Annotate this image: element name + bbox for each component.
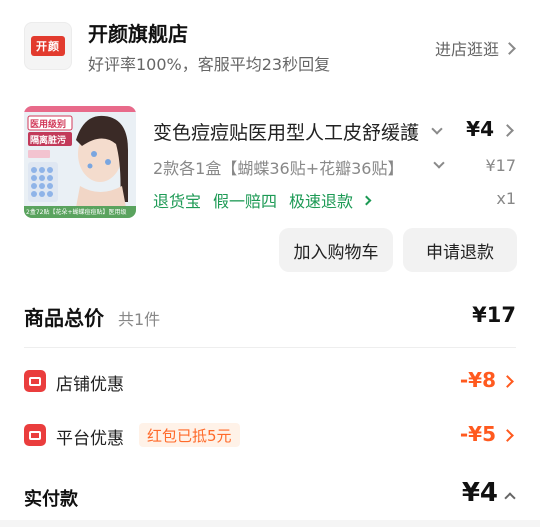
thumb-label-1: 医用级别 — [30, 120, 67, 130]
chevron-right-icon[interactable] — [501, 375, 514, 388]
total-count: 共1件 — [118, 310, 161, 329]
chevron-up-icon[interactable] — [504, 492, 516, 504]
store-rating: 好评率100%，客服平均23秒回复 — [88, 55, 331, 74]
chevron-right-icon — [361, 195, 372, 205]
red-packet-tag: 红包已抵5元 — [139, 423, 240, 447]
platform-coupon-icon — [24, 424, 46, 446]
service-item: 假一赔四 — [213, 192, 278, 211]
thumb-label-2: 隔离脏污 — [30, 136, 67, 146]
enter-store-link[interactable]: 进店逛逛 — [434, 36, 516, 60]
paid-value: ¥4 — [461, 478, 498, 508]
chevron-down-icon[interactable] — [433, 157, 445, 169]
chevron-right-icon[interactable] — [501, 429, 514, 442]
store-logo[interactable]: 开颜 — [24, 22, 72, 70]
store-discount-value[interactable]: -¥8 — [460, 368, 496, 392]
product-thumbnail[interactable]: 医用级别 隔离脏污 2盒72贴【花朵+蝴蝶痘痘贴】医用级 — [24, 106, 136, 218]
product-title[interactable]: 变色痘痘贴医用型人工皮舒缓護 — [153, 118, 425, 145]
service-item: 退货宝 — [153, 192, 202, 211]
product-quantity: x1 — [496, 189, 516, 208]
thumb-label-3: 2盒72贴【花朵+蝴蝶痘痘贴】医用级 — [26, 209, 127, 216]
total-value: ¥17 — [472, 303, 516, 327]
store-discount-label[interactable]: 店铺优惠 — [56, 370, 124, 395]
add-to-cart-button[interactable]: 加入购物车 — [279, 228, 393, 272]
paid-label: 实付款 — [24, 489, 78, 510]
divider — [24, 347, 516, 348]
platform-discount-label[interactable]: 平台优惠 — [56, 424, 124, 449]
store-name[interactable]: 开颜旗舰店 — [88, 18, 188, 47]
platform-discount-value[interactable]: -¥5 — [460, 422, 496, 446]
service-item: 极速退款 — [289, 192, 354, 211]
product-variant[interactable]: 2款各1盒【蝴蝶36贴+花瓣36贴】 — [153, 155, 425, 179]
request-refund-button[interactable]: 申请退款 — [403, 228, 517, 272]
total-label: 商品总价 — [24, 306, 104, 330]
chevron-right-icon[interactable] — [501, 124, 514, 137]
service-guarantees[interactable]: 退货宝 假一赔四 极速退款 — [153, 188, 372, 212]
chevron-right-icon — [503, 41, 516, 55]
enter-store-label: 进店逛逛 — [434, 40, 499, 59]
order-detail-card: 开颜 开颜旗舰店 好评率100%，客服平均23秒回复 进店逛逛 医用级别 隔离脏… — [0, 0, 540, 520]
store-coupon-icon — [24, 370, 46, 392]
original-price: ¥17 — [485, 156, 516, 175]
store-logo-text: 开颜 — [31, 36, 65, 56]
product-price: ¥4 — [466, 117, 494, 141]
chevron-down-icon[interactable] — [431, 123, 443, 135]
